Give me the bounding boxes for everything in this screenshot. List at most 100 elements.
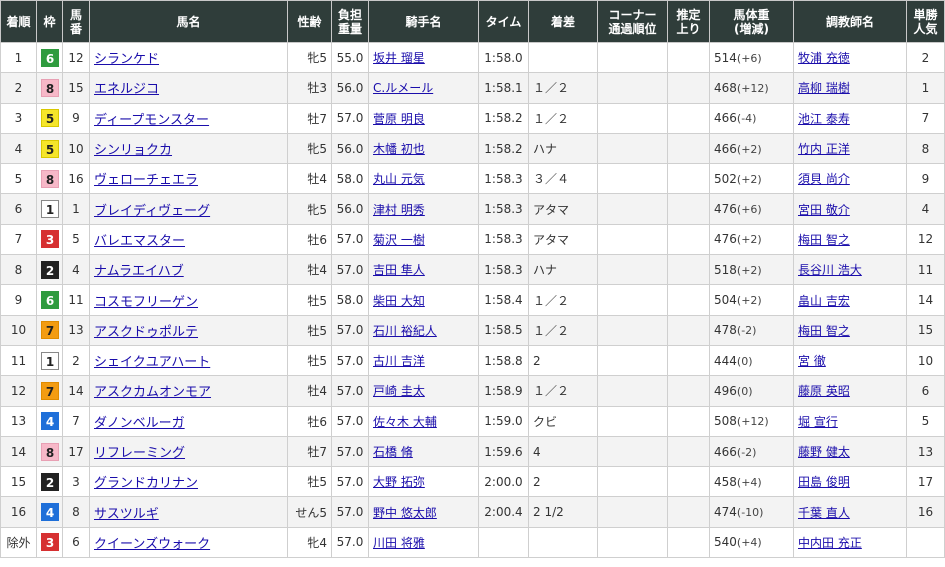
trainer-link[interactable]: 梅田 智之	[798, 233, 850, 247]
jockey-link[interactable]: 大野 拓弥	[373, 475, 425, 489]
table-row: 1 6 12 シランケド 牝5 55.0 坂井 瑠星 1:58.0 514(+6) 牧浦 充徳 2	[0, 41, 945, 74]
header-pop-line1: 単勝	[913, 7, 938, 22]
jockey-link[interactable]: 野中 悠太郎	[373, 506, 437, 520]
trainer-link[interactable]: 千葉 直人	[798, 506, 850, 520]
horse-name-link[interactable]: リフレーミング	[94, 446, 185, 461]
trainer-link[interactable]: 梅田 智之	[798, 324, 850, 338]
horse-name-link[interactable]: グランドカリナン	[94, 476, 198, 491]
trainer-link[interactable]: 藤原 英昭	[798, 384, 850, 398]
trainer-link[interactable]: 中内田 充正	[798, 536, 862, 550]
last-3f-cell	[667, 41, 710, 74]
horse-name-link[interactable]: アスクドゥポルテ	[94, 325, 198, 340]
body-weight-diff: (-2)	[736, 324, 757, 338]
trainer-link[interactable]: 宮 徹	[798, 354, 826, 368]
table-row: 8 2 4 ナムラエイハブ 牡4 57.0 吉田 隼人 1:58.3 ハナ 518(+2) 長谷川 …	[0, 254, 945, 286]
jockey-link[interactable]: 石川 裕紀人	[373, 324, 437, 338]
jockey-link[interactable]: 木幡 初也	[373, 142, 425, 156]
horse-name-link[interactable]: クイーンズウォーク	[94, 537, 210, 552]
horse-name-link[interactable]: アスクカムオンモア	[94, 385, 211, 400]
horse-name-cell: コスモフリーゲン	[89, 284, 288, 316]
jockey-cell: 吉田 隼人	[368, 254, 479, 286]
trainer-link[interactable]: 田島 俊明	[798, 475, 850, 489]
body-weight-diff: (-2)	[736, 445, 757, 459]
load-cell: 57.0	[331, 254, 369, 286]
margin-cell: アタマ	[528, 223, 598, 256]
horse-name-link[interactable]: シェイクユアハート	[94, 355, 210, 370]
sex-age-cell: 牡5	[287, 284, 332, 316]
margin-cell: ３／４	[528, 163, 598, 195]
jockey-link[interactable]: 菊沢 一樹	[373, 233, 425, 247]
horse-name-link[interactable]: ヴェローチェエラ	[94, 173, 198, 188]
jockey-link[interactable]: 石橋 脩	[373, 445, 413, 459]
table-row: 15 2 3 グランドカリナン 牡5 57.0 大野 拓弥 2:00.0 2 458(+4) 田島 …	[0, 466, 945, 498]
trainer-link[interactable]: 竹内 正洋	[798, 142, 850, 156]
horse-name-link[interactable]: シランケド	[94, 52, 159, 67]
rank-cell: 5	[0, 163, 37, 195]
trainer-cell: 梅田 智之	[793, 314, 907, 346]
horse-name-link[interactable]: ナムラエイハブ	[94, 264, 184, 279]
trainer-link[interactable]: 宮田 敬介	[798, 203, 850, 217]
jockey-link[interactable]: 吉田 隼人	[373, 263, 425, 277]
popularity-cell: 4	[906, 193, 945, 225]
header-horse-number: 馬番	[62, 0, 90, 43]
jockey-link[interactable]: 戸崎 圭太	[373, 384, 425, 398]
margin-cell: ハナ	[528, 132, 598, 165]
trainer-cell: 池江 泰寿	[793, 102, 907, 134]
popularity-cell: 8	[906, 132, 945, 165]
trainer-cell: 畠山 吉宏	[793, 284, 907, 316]
horse-name-link[interactable]: サスツルギ	[94, 507, 159, 522]
jockey-link[interactable]: C.ルメール	[373, 81, 433, 95]
trainer-link[interactable]: 高柳 瑞樹	[798, 81, 850, 95]
jockey-link[interactable]: 佐々木 大輔	[373, 415, 437, 429]
trainer-link[interactable]: 藤野 健太	[798, 445, 850, 459]
body-weight-diff: (+4)	[736, 475, 762, 489]
corner-cell	[597, 254, 668, 286]
horse-name-link[interactable]: ディープモンスター	[94, 113, 209, 128]
trainer-link[interactable]: 畠山 吉宏	[798, 294, 850, 308]
horse-name-link[interactable]: バレエマスター	[94, 234, 185, 249]
jockey-link[interactable]: 川田 将雅	[373, 536, 425, 550]
horse-name-link[interactable]: エネルジコ	[94, 82, 159, 97]
last-3f-cell	[667, 193, 710, 225]
horse-name-link[interactable]: コスモフリーゲン	[94, 295, 198, 310]
jockey-link[interactable]: 菅原 明良	[373, 112, 425, 126]
body-weight-cell: 476(+6)	[709, 193, 794, 225]
jockey-link[interactable]: 丸山 元気	[373, 172, 425, 186]
trainer-link[interactable]: 池江 泰寿	[798, 112, 850, 126]
last-3f-cell	[667, 405, 710, 437]
horse-number-cell: 8	[62, 496, 90, 528]
horse-name-cell: エネルジコ	[89, 72, 288, 104]
body-weight-diff: (+4)	[736, 536, 762, 550]
jockey-link[interactable]: 坂井 瑠星	[373, 51, 425, 65]
body-weight-value: 508	[714, 414, 737, 429]
sex-age-cell: 牡4	[287, 163, 332, 195]
popularity-cell: 15	[906, 314, 945, 346]
time-cell: 2:00.0	[478, 466, 529, 498]
jockey-link[interactable]: 津村 明秀	[373, 203, 425, 217]
header-pop-line2: 人気	[913, 21, 938, 36]
last-3f-cell	[667, 284, 710, 316]
jockey-link[interactable]: 柴田 大知	[373, 294, 425, 308]
frame-badge: 8	[41, 169, 59, 188]
body-weight-cell: 540(+4)	[709, 526, 794, 559]
frame-badge: 1	[41, 200, 59, 219]
time-cell: 1:58.0	[478, 41, 529, 74]
trainer-cell: 千葉 直人	[793, 496, 907, 528]
body-weight-diff: (+2)	[736, 263, 762, 277]
trainer-link[interactable]: 長谷川 浩大	[798, 263, 862, 277]
jockey-link[interactable]: 古川 吉洋	[373, 354, 425, 368]
horse-name-link[interactable]: ブレイディヴェーグ	[94, 204, 210, 219]
trainer-link[interactable]: 牧浦 充徳	[798, 51, 850, 65]
horse-name-link[interactable]: ダノンベルーガ	[94, 416, 185, 431]
table-row: 3 5 9 ディープモンスター 牡7 57.0 菅原 明良 1:58.2 １／２ 466(-4) 池…	[0, 102, 945, 134]
trainer-link[interactable]: 須貝 尚介	[798, 172, 850, 186]
horse-name-cell: ナムラエイハブ	[89, 254, 288, 286]
trainer-cell: 長谷川 浩大	[793, 254, 907, 286]
horse-name-link[interactable]: シンリョクカ	[94, 143, 172, 158]
trainer-link[interactable]: 堀 宣行	[798, 415, 838, 429]
last-3f-cell	[667, 72, 710, 104]
header-time: タイム	[478, 0, 529, 43]
frame-badge: 1	[41, 351, 59, 370]
jockey-cell: 坂井 瑠星	[368, 41, 479, 74]
frame-cell: 1	[36, 193, 63, 225]
